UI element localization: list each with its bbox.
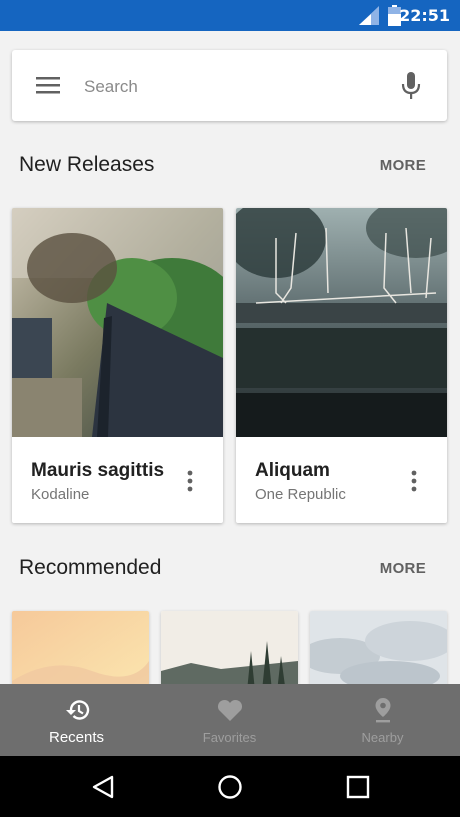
- heart-icon: [217, 699, 243, 721]
- status-bar: 22:51: [0, 0, 460, 31]
- search-input[interactable]: Search: [84, 77, 138, 97]
- recent-apps-icon[interactable]: [345, 774, 371, 800]
- album-art-image: [236, 208, 447, 437]
- microphone-icon[interactable]: [401, 72, 421, 100]
- nav-label-favorites: Favorites: [202, 730, 257, 745]
- history-icon: [66, 700, 90, 720]
- album-card[interactable]: Aliquam One Republic: [236, 208, 447, 523]
- back-icon[interactable]: [90, 774, 116, 800]
- recommended-more-button[interactable]: MORE: [380, 560, 426, 577]
- status-time: 22:51: [399, 6, 450, 25]
- home-icon[interactable]: [217, 774, 243, 800]
- more-vert-icon[interactable]: [411, 470, 417, 492]
- album-artist: One Republic: [255, 486, 346, 503]
- nav-item-nearby[interactable]: Nearby: [306, 684, 459, 756]
- album-title: Mauris sagittis: [31, 460, 165, 481]
- nav-item-favorites[interactable]: Favorites: [153, 684, 306, 756]
- signal-icon: [359, 6, 379, 25]
- location-pin-icon: [375, 698, 391, 723]
- album-title: Aliquam: [255, 460, 330, 481]
- section-title-recommended: Recommended: [19, 556, 162, 579]
- album-art-image: [12, 208, 223, 437]
- nav-label-recents: Recents: [48, 729, 105, 746]
- section-title-new-releases: New Releases: [19, 153, 155, 176]
- bottom-navigation: Recents Favorites Nearby: [0, 684, 460, 756]
- nav-label-nearby: Nearby: [361, 730, 404, 745]
- album-card[interactable]: Mauris sagittis Kodaline: [12, 208, 223, 523]
- nav-item-recents[interactable]: Recents: [0, 684, 153, 756]
- new-releases-more-button[interactable]: MORE: [380, 157, 426, 174]
- album-artist: Kodaline: [31, 486, 90, 503]
- menu-icon[interactable]: [36, 75, 60, 95]
- system-navigation-bar: [0, 756, 460, 817]
- search-bar[interactable]: Search: [12, 50, 447, 121]
- more-vert-icon[interactable]: [187, 470, 193, 492]
